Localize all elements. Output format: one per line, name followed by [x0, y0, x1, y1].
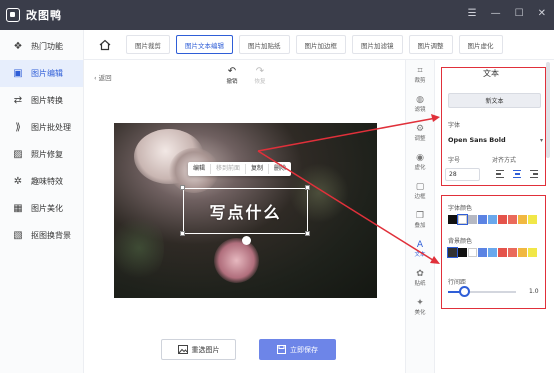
annotation-arrows	[257, 114, 440, 264]
